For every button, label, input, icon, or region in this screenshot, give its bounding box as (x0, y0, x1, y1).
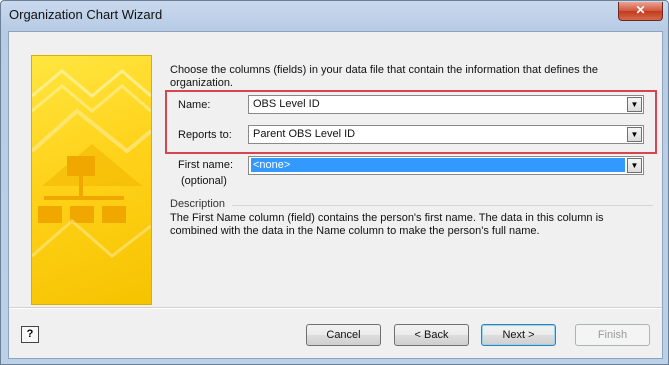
finish-button[interactable]: Finish (575, 324, 650, 346)
name-combobox[interactable]: OBS Level ID ▼ (248, 95, 644, 114)
first-name-combobox[interactable]: <none> ▼ (248, 156, 644, 175)
instruction-text: Choose the columns (fields) in your data… (170, 64, 599, 89)
next-button[interactable]: Next > (481, 324, 556, 346)
title-bar: Organization Chart Wizard ✕ (1, 1, 668, 31)
first-name-dropdown-button[interactable]: ▼ (627, 158, 642, 173)
dialog-body: Choose the columns (fields) in your data… (8, 31, 663, 359)
first-name-optional-label: (optional) (181, 175, 227, 187)
description-text: The First Name column (field) contains t… (170, 212, 604, 237)
close-icon: ✕ (635, 3, 646, 17)
org-chart-banner-icon (32, 69, 151, 258)
first-name-combobox-value: <none> (251, 158, 625, 172)
wizard-window: Organization Chart Wizard ✕ Choose the c… (0, 0, 669, 365)
reports-to-dropdown-button[interactable]: ▼ (627, 127, 642, 142)
reports-to-combobox[interactable]: Parent OBS Level ID ▼ (248, 125, 644, 144)
description-heading: Description (170, 198, 226, 210)
help-button[interactable]: ? (21, 326, 39, 343)
button-separator (9, 307, 662, 309)
cancel-button[interactable]: Cancel (306, 324, 381, 346)
close-button[interactable]: ✕ (618, 2, 663, 21)
window-title: Organization Chart Wizard (9, 7, 163, 22)
name-combobox-value: OBS Level ID (253, 98, 320, 110)
description-divider (232, 205, 653, 206)
reports-to-label: Reports to: (178, 129, 232, 141)
chevron-down-icon: ▼ (630, 130, 639, 139)
help-icon: ? (26, 328, 34, 340)
name-label: Name: (178, 99, 211, 111)
chevron-down-icon: ▼ (630, 100, 639, 109)
reports-to-combobox-value: Parent OBS Level ID (253, 128, 356, 140)
chevron-down-icon: ▼ (630, 161, 639, 170)
wizard-banner-image (31, 55, 152, 305)
name-dropdown-button[interactable]: ▼ (627, 97, 642, 112)
first-name-label: First name: (178, 159, 234, 171)
back-button[interactable]: < Back (394, 324, 469, 346)
